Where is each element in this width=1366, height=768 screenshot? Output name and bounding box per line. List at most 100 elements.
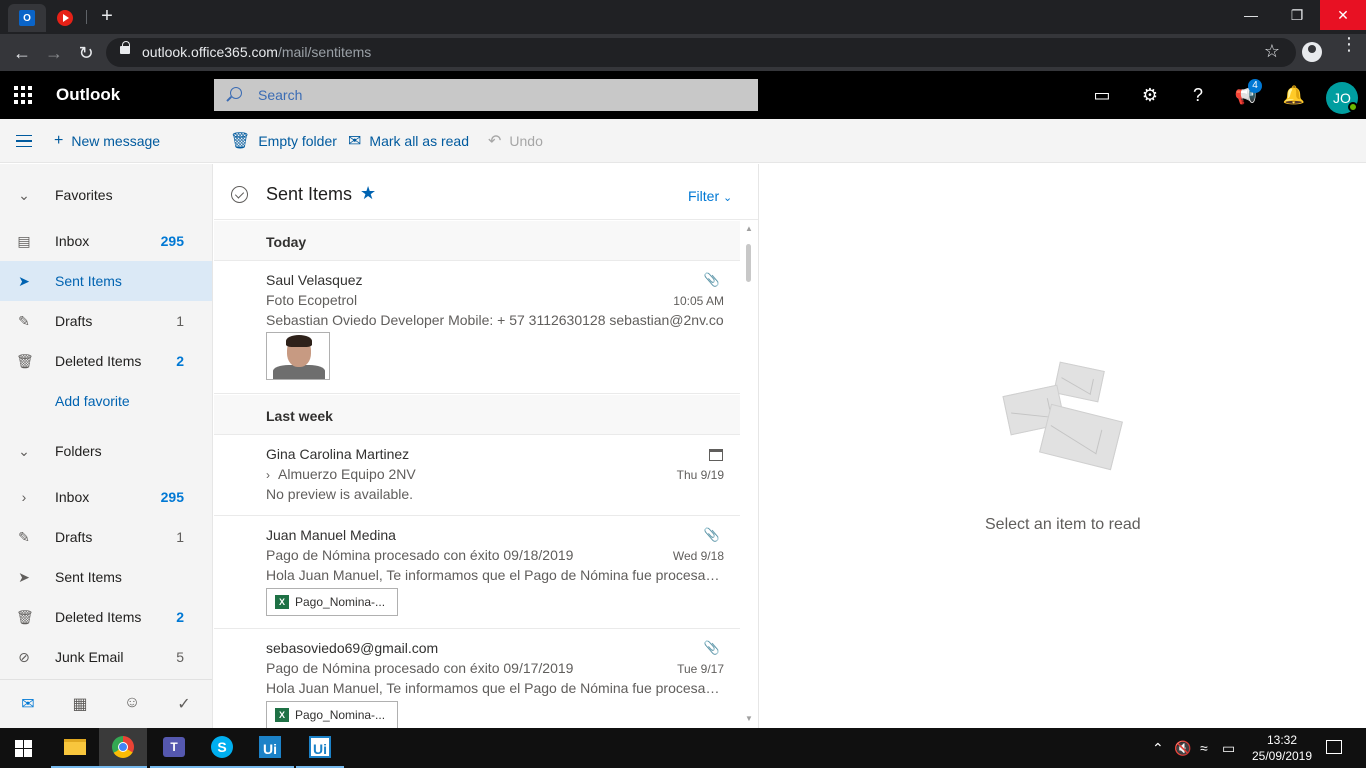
new-tab-button[interactable]: + [96, 5, 118, 27]
uipath-studio-button[interactable]: Ui [246, 728, 294, 768]
gear-icon[interactable]: ⚙ [1136, 81, 1164, 109]
windows-start-icon[interactable] [15, 740, 32, 757]
select-all-checkbox[interactable] [231, 186, 248, 203]
folder-icon [64, 739, 86, 755]
message-row[interactable]: Gina Carolina Martinez › Almuerzo Equipo … [214, 435, 740, 516]
message-list: Sent Items ★ Filter ⌄ Today Saul Velasqu… [214, 164, 759, 728]
skype-chat-icon[interactable]: ▭ [1088, 81, 1116, 109]
reload-icon[interactable]: ↻ [74, 41, 98, 65]
favorite-item-sent-items[interactable]: ➤ Sent Items [0, 261, 212, 301]
action-center-icon[interactable] [1326, 740, 1342, 754]
mark-all-read-button[interactable]: ✉ Mark all as read [348, 119, 469, 163]
app-launcher-icon[interactable] [14, 86, 32, 104]
lock-icon [120, 41, 130, 54]
uipath-robot-icon: Ui [309, 736, 331, 758]
item-count: 1 [176, 313, 184, 329]
group-header-today: Today [214, 221, 740, 261]
bookmark-star-icon[interactable]: ☆ [1264, 41, 1280, 62]
new-message-button[interactable]: + New message [54, 119, 160, 163]
message-row[interactable]: sebasoviedo69@gmail.com 📎 Pago de Nómina… [214, 629, 740, 728]
teams-button[interactable]: T [150, 728, 198, 768]
favorite-star-icon[interactable]: ★ [360, 183, 376, 204]
message-date: Thu 9/19 [676, 468, 724, 482]
message-sender: Saul Velasquez [266, 272, 363, 288]
add-favorite-link[interactable]: Add favorite [0, 381, 212, 421]
folder-item-sent-items[interactable]: ➤ Sent Items [0, 557, 212, 597]
skype-button[interactable]: S [198, 728, 246, 768]
calendar-icon[interactable]: ▦ [68, 694, 92, 714]
message-subject: Pago de Nómina procesado con éxito 09/18… [266, 547, 574, 563]
system-clock[interactable]: 13:32 25/09/2019 [1250, 732, 1314, 764]
message-subject: Pago de Nómina procesado con éxito 09/17… [266, 660, 574, 676]
bell-icon[interactable]: 🔔 [1280, 81, 1308, 109]
tab-outlook[interactable]: O [8, 4, 46, 32]
folder-item-junk-email[interactable]: ⊘ Junk Email 5 [0, 637, 212, 677]
battery-icon[interactable]: ▭ [1222, 740, 1235, 757]
scroll-down-arrow-icon[interactable]: ▼ [745, 714, 753, 723]
attachment-name: Pago_Nomina-... [295, 595, 386, 609]
skype-icon: S [211, 736, 233, 758]
message-row[interactable]: Juan Manuel Medina 📎 Pago de Nómina proc… [214, 516, 740, 629]
pencil-icon: ✎ [18, 312, 30, 329]
url-field[interactable]: outlook.office365.com/mail/sentitems ☆ [106, 38, 1296, 67]
favorite-item-label: Inbox [55, 233, 90, 249]
uipath-robot-button[interactable]: Ui [296, 728, 344, 768]
minimize-button[interactable]: — [1228, 0, 1274, 30]
url-path: /mail/sentitems [277, 44, 372, 60]
more-menu-icon[interactable]: ⋮ [1340, 35, 1358, 53]
wifi-icon[interactable]: ≈ [1200, 740, 1208, 756]
brand-title[interactable]: Outlook [56, 85, 120, 105]
folder-item-drafts[interactable]: ✎ Drafts 1 [0, 517, 212, 557]
people-icon[interactable]: ☺ [120, 694, 144, 712]
scrollbar-thumb[interactable] [746, 244, 751, 282]
folders-header[interactable]: ⌄ Folders [0, 431, 212, 471]
attachment-chip[interactable]: X Pago_Nomina-... [266, 701, 398, 728]
command-bar: + New message 🗑 Empty folder ✉ Mark all … [0, 119, 1366, 163]
help-icon[interactable]: ? [1184, 81, 1212, 109]
inbox-icon: ▤ [17, 232, 31, 249]
scroll-up-arrow-icon[interactable]: ▲ [745, 224, 753, 233]
folder-item-inbox[interactable]: › Inbox 295 [0, 477, 212, 517]
favorite-item-inbox[interactable]: ▤ Inbox 295 [0, 221, 212, 261]
message-preview: Sebastian Oviedo Developer Mobile: + 57 … [266, 312, 724, 328]
search-input[interactable]: Search [214, 79, 758, 111]
teams-icon: T [163, 737, 185, 757]
attachment-chip[interactable]: X Pago_Nomina-... [266, 588, 398, 616]
tab-divider [86, 10, 87, 24]
favorite-item-label: Deleted Items [55, 353, 142, 369]
chevron-right-icon[interactable]: › [266, 468, 270, 482]
tasks-check-icon[interactable]: ✓ [172, 694, 196, 714]
forward-arrow-icon[interactable]: → [42, 41, 66, 65]
message-preview: No preview is available. [266, 486, 414, 502]
reading-pane: Select an item to read [760, 164, 1366, 728]
tab-youtube-music[interactable] [46, 4, 84, 32]
hamburger-menu-icon[interactable] [16, 135, 32, 147]
empty-folder-button[interactable]: 🗑 Empty folder [230, 119, 337, 163]
message-row[interactable]: Saul Velasquez 📎 Foto Ecopetrol 10:05 AM… [214, 261, 740, 394]
volume-muted-icon[interactable]: 🔇 [1174, 740, 1191, 757]
mail-icon[interactable]: ✉ [16, 694, 40, 714]
favorites-header[interactable]: ⌄ Favorites [0, 175, 212, 215]
chevron-down-icon: ⌄ [18, 442, 30, 459]
close-window-button[interactable]: ✕ [1320, 0, 1366, 30]
undo-button[interactable]: ↶ Undo [488, 119, 543, 163]
file-explorer-button[interactable] [51, 728, 99, 768]
profile-icon[interactable] [1302, 42, 1322, 62]
undo-label: Undo [509, 133, 543, 149]
unread-count: 2 [176, 353, 184, 369]
open-envelope-icon: ✉ [348, 133, 362, 150]
favorite-item-deleted-items[interactable]: 🗑 Deleted Items 2 [0, 341, 212, 381]
restore-button[interactable]: ❐ [1274, 0, 1320, 30]
scrollbar[interactable]: ▲ ▼ [740, 220, 758, 728]
chrome-button[interactable] [99, 728, 147, 768]
favorite-item-drafts[interactable]: ✎ Drafts 1 [0, 301, 212, 341]
filter-button[interactable]: Filter ⌄ [688, 188, 732, 204]
message-date: 10:05 AM [673, 294, 724, 308]
message-date: Wed 9/18 [672, 549, 724, 563]
back-arrow-icon[interactable]: ← [10, 41, 34, 65]
chevron-right-icon[interactable]: › [16, 489, 32, 505]
image-attachment-thumbnail[interactable] [266, 332, 330, 380]
tray-chevron-up-icon[interactable]: ⌃ [1152, 740, 1164, 757]
folder-item-deleted-items[interactable]: 🗑 Deleted Items 2 [0, 597, 212, 637]
send-icon: ➤ [18, 568, 30, 585]
